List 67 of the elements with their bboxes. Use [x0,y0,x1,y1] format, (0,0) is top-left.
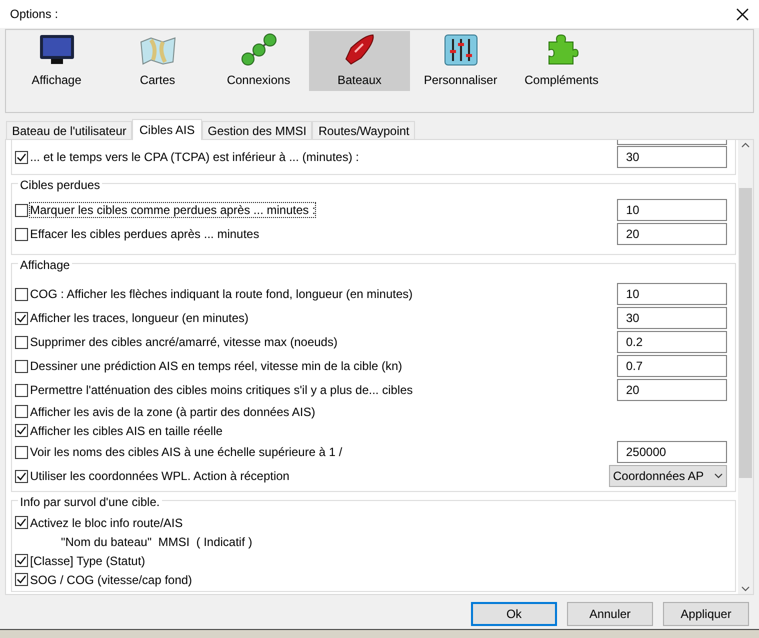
scrollbar[interactable] [738,140,753,594]
tab[interactable]: Cibles AIS [132,119,202,140]
checkbox-label: Voir les noms des cibles AIS à une échelle supérieure à 1 / [30,445,342,459]
input-field[interactable]: 30 [617,146,727,168]
input-field[interactable] [617,140,727,145]
category-button[interactable]: Cartes [107,31,208,91]
checkbox-label: Utiliser les coordonnées WPL. Action à réception [30,469,290,483]
dialog-button[interactable]: Appliquer [663,602,749,626]
checkbox[interactable] [15,446,28,458]
checkbox[interactable] [15,228,28,240]
checkbox-label: Afficher les traces, longueur (en minutes) [30,311,249,325]
checkbox-label: Activez le bloc info route/AIS [30,516,183,530]
category-button[interactable]: Personnaliser [410,31,511,91]
monitor-icon [38,34,74,66]
checkbox[interactable] [15,204,28,216]
input-field[interactable]: 10 [617,283,727,305]
category-button[interactable]: Compléments [511,31,612,91]
checkbox[interactable] [15,288,28,300]
checkbox[interactable] [15,336,28,348]
dropdown[interactable]: Coordonnées AP [609,465,727,487]
scroll-thumb[interactable] [739,188,752,478]
checkbox-label: SOG / COG (vitesse/cap fond) [30,572,192,586]
scroll-down-icon[interactable] [741,586,750,592]
category-button[interactable]: Bateaux [309,31,410,91]
sliders-icon [444,34,478,66]
input-field[interactable]: 0.2 [617,331,727,353]
checkbox-label: Dessiner une prédiction AIS en temps réel, vitesse min de la cible (kn) [30,359,402,373]
scroll-up-icon[interactable] [741,142,750,148]
category-button[interactable]: Affichage [6,31,107,91]
checkbox-label: Effacer les cibles perdues après ... minutes [30,227,260,241]
tab[interactable]: Routes/Waypoint [312,121,416,139]
close-icon[interactable] [735,7,749,21]
checkbox[interactable] [15,573,28,586]
checkbox-label: COG : Afficher les flèches indiquant la route fond, longueur (en minutes) [30,287,413,301]
input-field[interactable]: 0.7 [617,355,727,377]
checkbox[interactable] [15,384,28,396]
checkbox-label: Marquer les cibles comme perdues après ... minutes : [30,203,316,217]
map-icon [138,36,176,66]
checkbox[interactable] [15,516,28,529]
input-field[interactable]: 30 [617,307,727,329]
checkbox-label: Afficher les cibles AIS en taille réelle [30,424,223,438]
input-field[interactable]: 20 [617,379,727,401]
checkbox[interactable] [15,150,28,164]
input-field[interactable]: 10 [617,199,727,221]
checkbox-label: ... et le temps vers le CPA (TCPA) est inférieur à ... (minutes) : [30,150,359,164]
chevron-icon [714,473,723,479]
dialog-button[interactable]: Annuler [567,602,653,626]
checkbox[interactable] [15,554,28,567]
checkbox-label: Permettre l'atténuation des cibles moins critiques s'il y a plus de... cibles [30,383,413,397]
checkbox[interactable] [15,312,28,324]
checkbox[interactable] [15,470,28,482]
input-field[interactable]: 20 [617,223,727,245]
tab[interactable]: Bateau de l'utilisateur [6,121,132,139]
input-field[interactable]: 250000 [617,441,727,463]
window-title: Options : [10,6,58,23]
checkbox-label: [Classe] Type (Statut) [30,554,146,568]
boat-icon [342,32,376,66]
tab[interactable]: Gestion des MMSI [202,121,312,139]
checkbox-label: Afficher les avis de la zone (à partir des données AIS) [30,404,316,418]
checkbox-label: Supprimer des cibles ancré/amarré, vitesse max (noeuds) [30,335,338,349]
category-button[interactable]: Connexions [208,31,309,91]
info-text: "Nom du bateau" MMSI ( Indicatif ) [60,534,252,548]
connected-nodes-icon [240,32,276,66]
checkbox[interactable] [15,424,28,437]
checkbox[interactable] [15,405,28,418]
checkbox[interactable] [15,360,28,372]
dialog-button[interactable]: Ok [471,602,557,626]
